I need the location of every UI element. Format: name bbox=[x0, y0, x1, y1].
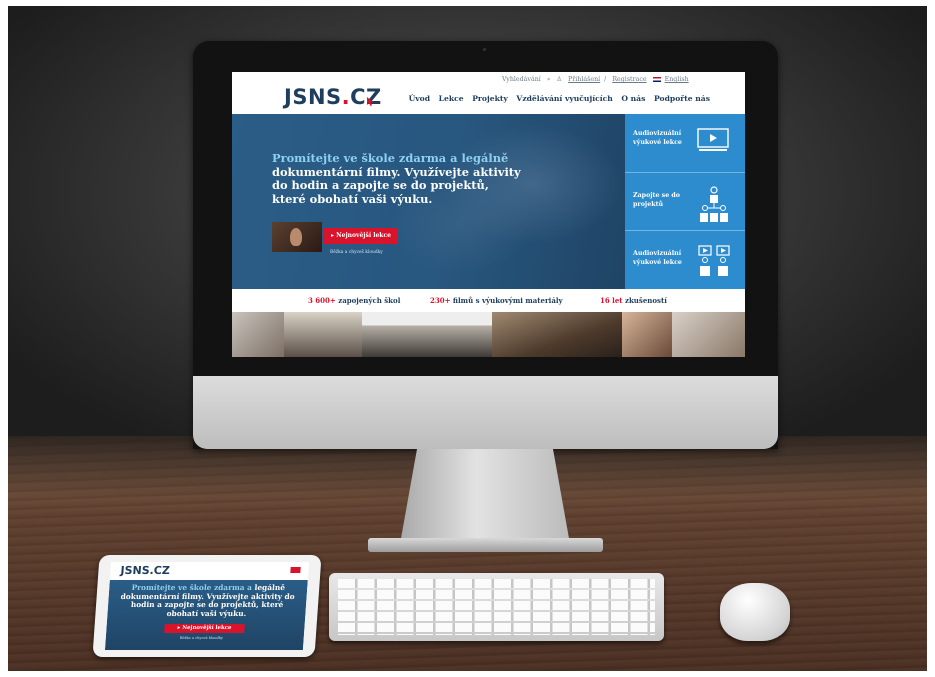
nav-item-lekce[interactable]: Lekce bbox=[439, 94, 464, 103]
website-screen: JSNS.CZ Vyhledávání ⌕ ♙ Přihlášení / Regi… bbox=[232, 72, 745, 357]
nav-item-o-nas[interactable]: O nás bbox=[621, 94, 645, 103]
side-panel: Audiovizuální výukové lekce Zapojte se d… bbox=[625, 114, 745, 289]
photo-tile bbox=[362, 312, 492, 357]
keyboard bbox=[329, 573, 664, 641]
register-link[interactable]: Registrace bbox=[612, 76, 646, 83]
hero-headline: Promítejte ve škole zdarma a legálně dok… bbox=[272, 151, 521, 206]
lesson-thumbnail[interactable] bbox=[272, 222, 322, 252]
photo-tile bbox=[672, 312, 745, 357]
photo-strip bbox=[232, 312, 745, 357]
side-item-label: Zapojte se do projektů bbox=[633, 192, 681, 208]
nav-item-projekty[interactable]: Projekty bbox=[472, 94, 508, 103]
imac-stand-base bbox=[368, 538, 603, 552]
newest-lessons-button[interactable]: ▸ Nejnovější lekce bbox=[324, 228, 398, 244]
uk-flag-icon bbox=[652, 77, 661, 82]
imac-stand bbox=[400, 449, 570, 544]
nav-item-vzdelavani[interactable]: Vzdělávání vyučujících bbox=[516, 94, 612, 103]
keyboard-keys bbox=[338, 579, 655, 635]
side-item-projects[interactable]: Zapojte se do projektů bbox=[625, 172, 745, 231]
side-item-label: Audiovizuální výukové lekce bbox=[633, 250, 682, 266]
stat-films: 230+ filmů s výukovými materiály bbox=[430, 296, 563, 305]
tablet-device: JSNS.CZ Promítejte ve škole zdarma a leg… bbox=[92, 555, 322, 657]
imac-chin bbox=[193, 376, 778, 449]
search-icon[interactable]: ⌕ bbox=[547, 76, 551, 83]
stat-years: 16 let zkušeností bbox=[600, 296, 667, 305]
nav-item-uvod[interactable]: Úvod bbox=[409, 94, 430, 103]
hamburger-menu-icon bbox=[290, 567, 301, 573]
photo-scene: JSNS.CZ Vyhledávání ⌕ ♙ Přihlášení / Regi… bbox=[8, 6, 927, 671]
photo-tile bbox=[232, 312, 284, 357]
side-item-lessons[interactable]: Audiovizuální výukové lekce bbox=[625, 114, 745, 173]
cta-subtitle: Běžka a chyceš kloudky bbox=[330, 250, 383, 255]
people-network-icon bbox=[700, 186, 728, 222]
stats-bar: 3 600+ zapojených škol 230+ filmů s výuk… bbox=[232, 289, 745, 312]
camera-icon bbox=[483, 48, 486, 51]
students-video-icon bbox=[698, 245, 730, 276]
nav-item-podporte[interactable]: Podpořte nás bbox=[654, 94, 710, 103]
side-item-lessons-2[interactable]: Audiovizuální výukové lekce bbox=[625, 230, 745, 288]
photo-tile bbox=[284, 312, 362, 357]
search-link[interactable]: Vyhledávání bbox=[502, 76, 541, 83]
hero-banner: Promítejte ve škole zdarma a legálně dok… bbox=[232, 114, 625, 289]
tablet-cta-button: ▸ Nejnovější lekce bbox=[164, 624, 245, 633]
tablet-headline: Promítejte ve škole zdarma a legálně dok… bbox=[120, 583, 296, 618]
user-icon: ♙ bbox=[556, 76, 563, 83]
tablet-screen: JSNS.CZ Promítejte ve škole zdarma a leg… bbox=[104, 562, 310, 650]
tablet-cta-subtitle: Běžka a chyceš kloudky bbox=[179, 636, 224, 640]
login-link[interactable]: Přihlášení bbox=[568, 76, 600, 83]
utility-bar: Vyhledávání ⌕ ♙ Přihlášení / Registrace E… bbox=[502, 76, 693, 84]
cursor-icon bbox=[367, 97, 374, 106]
main-nav: Úvod Lekce Projekty Vzdělávání vyučující… bbox=[403, 94, 710, 103]
magic-mouse bbox=[720, 583, 790, 641]
language-link[interactable]: English bbox=[665, 76, 689, 83]
tablet-logo: JSNS.CZ bbox=[120, 564, 171, 577]
stat-schools: 3 600+ zapojených škol bbox=[308, 296, 401, 305]
side-item-label: Audiovizuální výukové lekce bbox=[633, 130, 682, 146]
separator: / bbox=[604, 76, 607, 83]
video-screen-icon bbox=[697, 128, 729, 151]
site-header: JSNS.CZ Vyhledávání ⌕ ♙ Přihlášení / Regi… bbox=[232, 72, 745, 114]
photo-tile bbox=[622, 312, 672, 357]
photo-tile bbox=[492, 312, 622, 357]
